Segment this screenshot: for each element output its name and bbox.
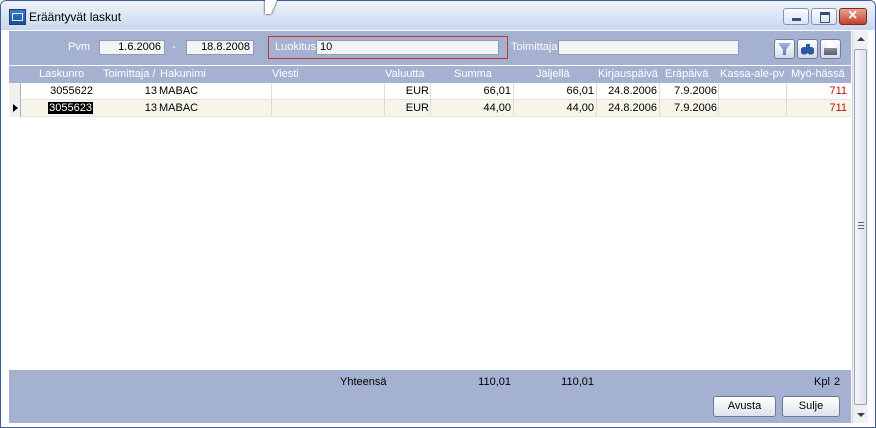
funnel-icon xyxy=(778,43,791,55)
column-divider xyxy=(596,100,597,117)
count-label: Kpl xyxy=(814,376,830,388)
col-jaljella[interactable]: Jäljellä xyxy=(536,68,570,80)
invoice-window: Erääntyvät laskut Pvm 1.6.2006 - 18.8.20… xyxy=(0,0,876,428)
col-valuutta[interactable]: Valuutta xyxy=(385,68,425,80)
total-label: Yhteensä xyxy=(340,376,387,388)
column-divider xyxy=(513,100,514,117)
title-bar[interactable]: Erääntyvät laskut xyxy=(1,1,875,30)
cell-summa: 44,00 xyxy=(483,102,511,114)
col-toimittaja[interactable]: Toimittaja / xyxy=(103,68,156,80)
scroll-thumb[interactable] xyxy=(854,49,867,405)
col-kirjauspaiva[interactable]: Kirjauspäivä xyxy=(598,68,658,80)
column-divider xyxy=(786,83,787,100)
mouse-cursor-icon xyxy=(265,0,277,14)
binoculars-icon xyxy=(801,43,814,55)
selected-cell-text: 3055623 xyxy=(48,102,93,114)
cell-jaljella: 44,00 xyxy=(566,102,594,114)
column-divider xyxy=(430,100,431,117)
grid-header: Laskunro Toimittaja / Hakunimi Viesti Va… xyxy=(9,66,851,83)
cell-jaljella: 66,01 xyxy=(566,85,594,97)
col-hakunimi[interactable]: Hakunimi xyxy=(160,68,206,80)
scroll-down-icon[interactable] xyxy=(857,413,865,417)
col-viesti[interactable]: Viesti xyxy=(272,68,299,80)
date-to-field[interactable]: 18.8.2008 xyxy=(186,40,254,55)
table-row[interactable]: 3055623 13 MABAC EUR 44,00 44,00 24.8.20… xyxy=(9,100,851,117)
print-button[interactable] xyxy=(820,39,841,59)
column-divider xyxy=(384,100,385,117)
cell-kirjauspaiva: 24.8.2006 xyxy=(608,102,657,114)
toimittaja-label: Toimittaja xyxy=(511,41,558,53)
col-kassa-ale-pv[interactable]: Kassa-ale-pv xyxy=(720,68,784,80)
help-button[interactable]: Avusta xyxy=(713,396,776,417)
total-summa: 110,01 xyxy=(478,376,511,388)
cell-toimittaja: 13 xyxy=(144,85,157,97)
col-erapaiva[interactable]: Eräpäivä xyxy=(665,68,708,80)
cell-erapaiva: 7.9.2006 xyxy=(674,85,717,97)
search-button[interactable] xyxy=(797,39,818,59)
column-divider xyxy=(786,100,787,117)
close-window-button[interactable] xyxy=(839,7,867,25)
column-divider xyxy=(718,100,719,117)
footer-bar: Yhteensä 110,01 110,01 Kpl 2 Avusta Sulj… xyxy=(9,370,851,423)
cell-valuutta: EUR xyxy=(405,102,429,114)
column-divider xyxy=(271,100,272,117)
printer-icon xyxy=(824,43,837,55)
column-divider xyxy=(659,100,660,117)
column-divider xyxy=(384,83,385,100)
grip-icon xyxy=(858,222,864,229)
filter-button[interactable] xyxy=(774,39,795,59)
column-divider xyxy=(659,83,660,100)
filter-bar: Pvm 1.6.2006 - 18.8.2008 Luokitus 10 Toi… xyxy=(9,31,851,65)
date-from-field[interactable]: 1.6.2006 xyxy=(99,40,165,55)
column-divider xyxy=(430,83,431,100)
luokitus-label: Luokitus xyxy=(275,41,316,53)
col-myohassa[interactable]: Myö-hässä xyxy=(791,68,845,80)
cell-kirjauspaiva: 24.8.2006 xyxy=(608,85,657,97)
luokitus-field[interactable]: 10 xyxy=(316,40,499,55)
pvm-label: Pvm xyxy=(68,41,90,53)
col-summa[interactable]: Summa xyxy=(454,68,492,80)
row-header-current[interactable] xyxy=(9,100,21,117)
cell-myohassa: 711 xyxy=(829,102,847,114)
minimize-button[interactable] xyxy=(783,8,809,25)
column-divider xyxy=(271,83,272,100)
cell-hakunimi: MABAC xyxy=(159,102,199,114)
date-separator: - xyxy=(172,41,176,53)
cell-valuutta: EUR xyxy=(405,85,429,97)
cell-myohassa: 711 xyxy=(829,85,847,97)
app-icon xyxy=(9,9,26,25)
cell-summa: 66,01 xyxy=(483,85,511,97)
window-title: Erääntyvät laskut xyxy=(29,10,122,24)
cell-erapaiva: 7.9.2006 xyxy=(674,102,717,114)
vertical-scrollbar[interactable] xyxy=(852,31,868,423)
cell-laskunro-selected[interactable]: 3055623 xyxy=(48,102,93,114)
scroll-up-icon[interactable] xyxy=(857,37,865,41)
column-divider xyxy=(513,83,514,100)
toimittaja-field[interactable] xyxy=(558,40,739,55)
row-header[interactable] xyxy=(9,83,21,100)
col-laskunro[interactable]: Laskunro xyxy=(39,68,84,80)
maximize-button[interactable] xyxy=(811,8,837,25)
cell-toimittaja: 13 xyxy=(144,102,157,114)
column-divider xyxy=(596,83,597,100)
total-jaljella: 110,01 xyxy=(561,376,594,388)
close-button[interactable]: Sulje xyxy=(782,396,840,417)
table-row[interactable]: 3055622 13 MABAC EUR 66,01 66,01 24.8.20… xyxy=(9,83,851,100)
column-divider xyxy=(718,83,719,100)
cell-hakunimi: MABAC xyxy=(159,85,199,97)
cell-laskunro: 3055622 xyxy=(50,85,93,97)
count-value: 2 xyxy=(834,376,841,388)
